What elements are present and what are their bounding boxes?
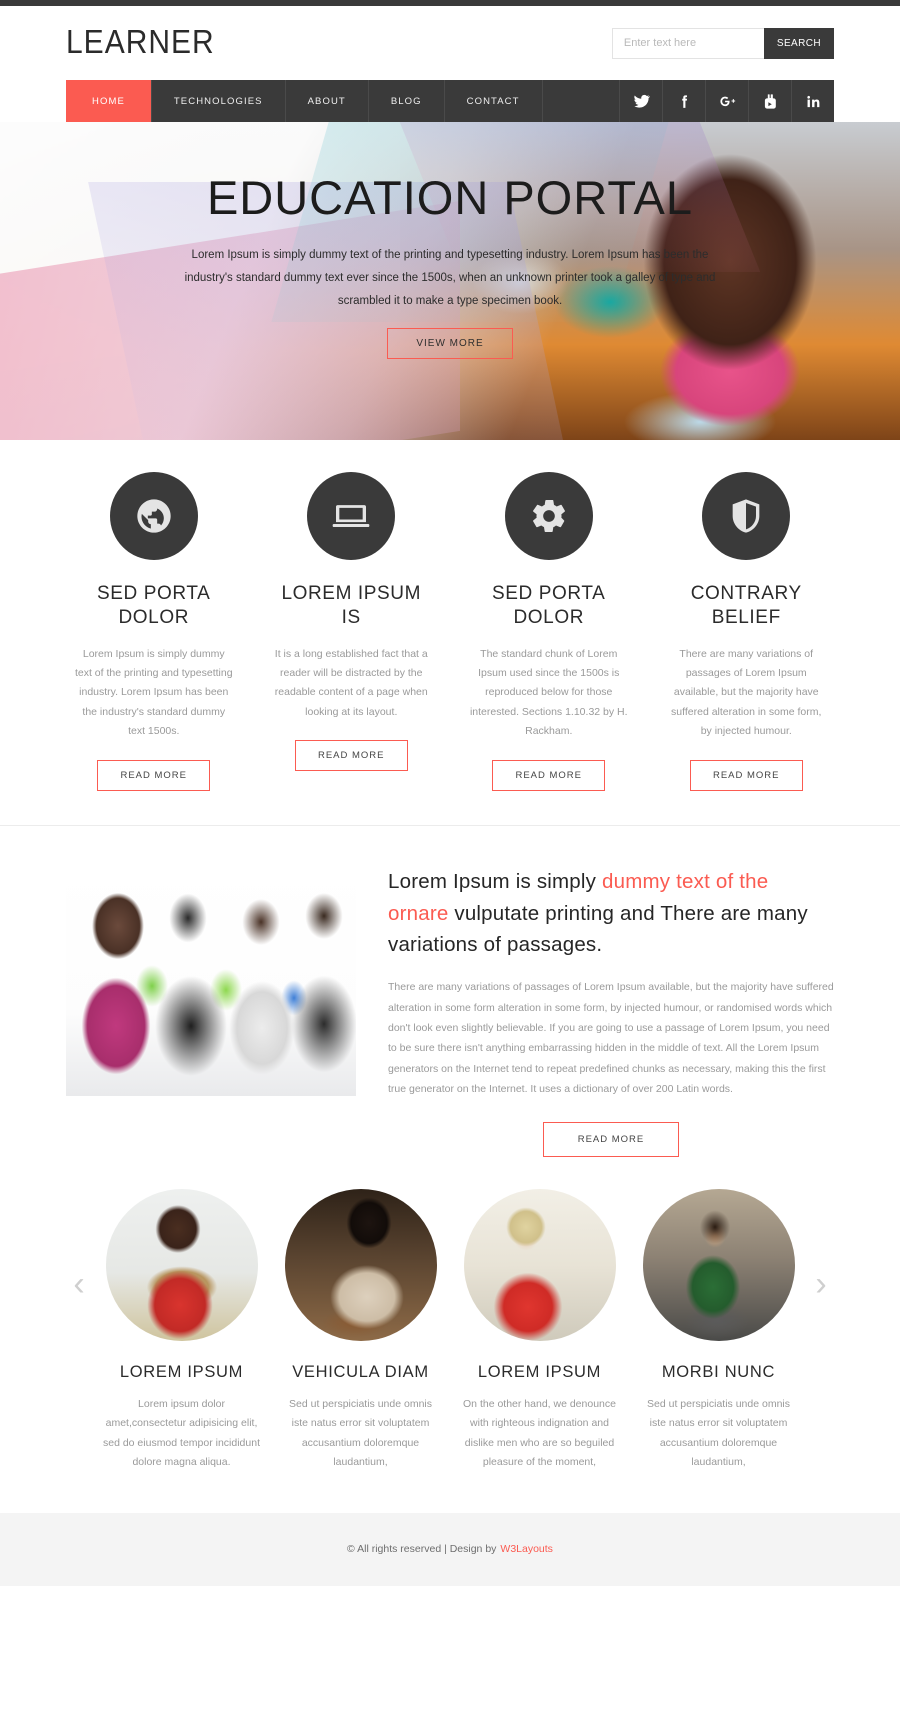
service-title: LOREM IPSUM IS xyxy=(281,583,422,629)
nav-item-technologies[interactable]: TECHNOLOGIES xyxy=(152,80,286,122)
about-heading-part2: vulputate printing and There are many va… xyxy=(388,901,808,957)
hero-content: EDUCATION PORTAL Lorem Ipsum is simply d… xyxy=(0,122,900,359)
team-carousel: ‹ LOREM IPSUM Lorem ipsum dolor amet,con… xyxy=(0,1157,900,1513)
service-card: SED PORTA DOLOR Lorem Ipsum is simply du… xyxy=(55,472,253,791)
service-title: CONTRARY BELIEF xyxy=(690,583,802,629)
team-member-text: Lorem ipsum dolor amet,consectetur adipi… xyxy=(102,1397,260,1469)
service-card: CONTRARY BELIEF There are many variation… xyxy=(648,472,846,791)
about-button-wrap: READ MORE xyxy=(388,1121,834,1157)
service-title: SED PORTA DOLOR xyxy=(97,583,211,629)
about-paragraph: There are many variations of passages of… xyxy=(388,981,834,1096)
site-header: LEARNER SEARCH xyxy=(0,6,900,80)
read-more-button[interactable]: READ MORE xyxy=(97,759,211,791)
team-member-photo xyxy=(463,1188,616,1341)
team-member-name: VEHICULA DIAM xyxy=(292,1362,429,1381)
nav-item-about[interactable]: ABOUT xyxy=(286,80,369,122)
service-card: SED PORTA DOLOR The standard chunk of Lo… xyxy=(450,472,648,791)
carousel-prev-arrow[interactable]: ‹ xyxy=(66,1189,92,1301)
hero-banner: EDUCATION PORTAL Lorem Ipsum is simply d… xyxy=(0,122,900,440)
search-input[interactable] xyxy=(611,27,764,59)
view-more-button[interactable]: VIEW MORE xyxy=(387,328,513,359)
read-more-button[interactable]: READ MORE xyxy=(689,759,803,791)
team-member: VEHICULA DIAM Sed ut perspiciatis unde o… xyxy=(271,1188,450,1473)
service-card: LOREM IPSUM IS It is a long established … xyxy=(253,472,451,791)
facebook-icon[interactable] xyxy=(662,80,705,122)
team-member-text: Sed ut perspiciatis unde omnis iste natu… xyxy=(289,1397,432,1469)
service-text: Lorem Ipsum is simply dummy text of the … xyxy=(74,647,233,738)
team-member: LOREM IPSUM On the other hand, we denoun… xyxy=(450,1188,629,1473)
team-member-name: LOREM IPSUM xyxy=(119,1362,244,1381)
site-footer: © All rights reserved | Design by W3Layo… xyxy=(0,1512,900,1586)
read-more-button[interactable]: READ MORE xyxy=(542,1121,680,1157)
about-heading-part1: Lorem Ipsum is simply xyxy=(388,869,603,893)
service-text: There are many variations of passages of… xyxy=(671,647,822,738)
shield-icon xyxy=(702,472,791,560)
about-heading: Lorem Ipsum is simply dummy text of the … xyxy=(388,866,834,961)
main-navigation: HOME TECHNOLOGIES ABOUT BLOG CONTACT xyxy=(66,80,834,122)
team-member-name: MORBI NUNC xyxy=(661,1362,776,1381)
read-more-button[interactable]: READ MORE xyxy=(492,759,606,791)
service-title: SED PORTA DOLOR xyxy=(492,583,606,629)
team-member-text: Sed ut perspiciatis unde omnis iste natu… xyxy=(647,1397,790,1469)
google-plus-icon[interactable] xyxy=(705,80,748,122)
hero-subtitle: Lorem Ipsum is simply dummy text of the … xyxy=(184,249,716,307)
team-member-photo xyxy=(642,1188,795,1341)
site-logo[interactable]: LEARNER xyxy=(66,24,215,62)
search-button[interactable]: SEARCH xyxy=(763,27,834,59)
students-group-photo xyxy=(66,865,356,1096)
team-member-photo xyxy=(105,1188,258,1341)
team-member-photo xyxy=(284,1188,437,1341)
nav-item-blog[interactable]: BLOG xyxy=(369,80,445,122)
designer-link[interactable]: W3Layouts xyxy=(500,1543,553,1555)
service-text: The standard chunk of Lorem Ipsum used s… xyxy=(469,647,628,738)
about-content: Lorem Ipsum is simply dummy text of the … xyxy=(388,866,834,1157)
team-member-text: On the other hand, we denounce with righ… xyxy=(463,1397,616,1469)
page-root: LEARNER SEARCH HOME TECHNOLOGIES ABOUT B… xyxy=(0,6,900,1586)
youtube-icon[interactable] xyxy=(748,80,791,122)
laptop-icon xyxy=(307,472,396,560)
nav-item-contact[interactable]: CONTACT xyxy=(445,80,543,122)
read-more-button[interactable]: READ MORE xyxy=(294,740,408,772)
about-section: Lorem Ipsum is simply dummy text of the … xyxy=(0,826,900,1157)
services-section: SED PORTA DOLOR Lorem Ipsum is simply du… xyxy=(0,440,900,826)
service-text: It is a long established fact that a rea… xyxy=(274,647,428,718)
gear-icon xyxy=(504,472,593,560)
team-member-name: LOREM IPSUM xyxy=(477,1362,602,1381)
team-member: LOREM IPSUM Lorem ipsum dolor amet,conse… xyxy=(92,1188,271,1473)
twitter-icon[interactable] xyxy=(619,80,662,122)
nav-item-home[interactable]: HOME xyxy=(66,80,152,122)
hero-title: EDUCATION PORTAL xyxy=(206,171,694,224)
linkedin-icon[interactable] xyxy=(791,80,834,122)
search-form: SEARCH xyxy=(611,27,834,59)
team-member-list: LOREM IPSUM Lorem ipsum dolor amet,conse… xyxy=(92,1188,808,1473)
globe-icon xyxy=(109,472,198,560)
carousel-next-arrow[interactable]: › xyxy=(808,1189,834,1301)
team-member: MORBI NUNC Sed ut perspiciatis unde omni… xyxy=(629,1188,808,1473)
copyright-text: © All rights reserved | Design by xyxy=(347,1543,497,1556)
